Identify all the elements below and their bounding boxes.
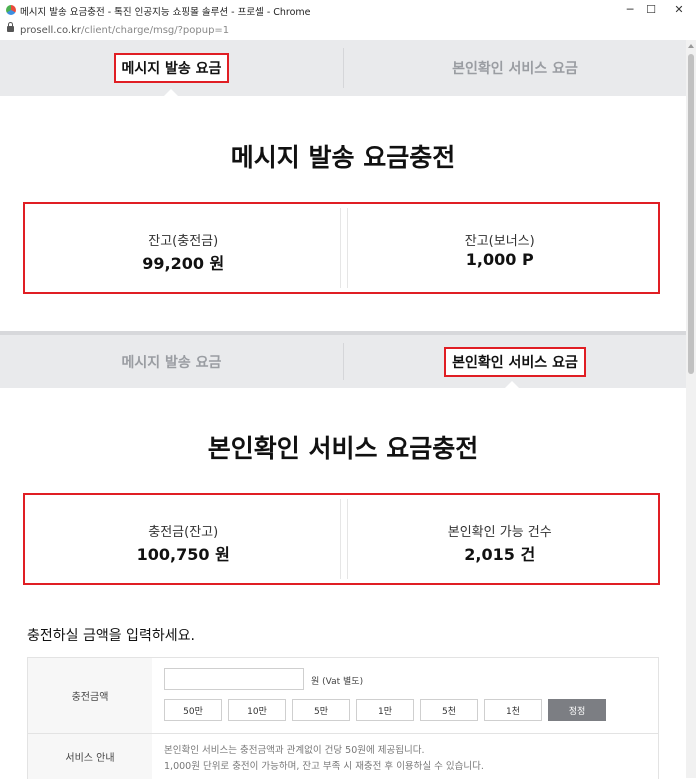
active-tab-caret-icon [505,381,519,388]
balance-cards: 잔고(충전금) 99,200 원 잔고(보너스) 1,000 P [23,202,660,294]
message-charge-section: 메시지 발송 요금 본인확인 서비스 요금 메시지 발송 요금충전 잔고(충전금… [0,40,686,331]
tab-label: 메시지 발송 요금 [121,354,222,371]
balance-card-bonus: 잔고(보너스) 1,000 P [342,204,659,292]
balance-cards: 충전금(잔고) 100,750 원 본인확인 가능 건수 2,015 건 [23,493,660,585]
quick-add-10k-button[interactable]: 1만 [356,699,414,721]
quick-add-1k-button[interactable]: 1천 [484,699,542,721]
scroll-up-arrow-icon[interactable] [688,44,694,48]
active-tab-caret-icon [164,89,178,96]
lock-icon [7,22,14,32]
service-info-line: 1,000원 단위로 충전이 가능하며, 잔고 부족 시 재충전 후 이용하실 … [164,761,484,772]
close-button[interactable]: ✕ [671,3,687,17]
service-info-line: 본인확인 서비스는 충전금액과 관계없이 건당 50원에 제공됩니다. [164,745,425,756]
charge-prompt: 충전하실 금액을 입력하세요. [27,628,195,644]
address-bar[interactable]: prosell.co.kr/client/charge/msg/?popup=1 [0,22,696,40]
maximize-button[interactable]: ☐ [643,3,659,17]
tab-label: 본인확인 서비스 요금 [444,346,586,377]
balance-card-count: 본인확인 가능 건수 2,015 건 [342,495,659,583]
scroll-thumb[interactable] [688,54,694,374]
card-value: 100,750 원 [136,545,230,564]
card-label: 잔고(충전금) [148,234,219,249]
card-label: 본인확인 가능 건수 [447,525,552,540]
tab-bar: 메시지 발송 요금 본인확인 서비스 요금 [0,40,686,96]
card-value: 1,000 P [465,250,534,269]
app-favicon-icon [6,5,16,15]
correct-button[interactable]: 정정 [548,699,606,721]
service-row-label: 서비스 안내 [28,734,152,779]
window-title: 메시지 발송 요금충전 - 톡진 인공지능 쇼핑몰 솔루션 - 프로셀 - Ch… [20,7,311,18]
quick-add-100k-button[interactable]: 10만 [228,699,286,721]
quick-add-5k-button[interactable]: 5천 [420,699,478,721]
balance-card-charge: 충전금(잔고) 100,750 원 [25,495,342,583]
url-host: prosell.co.kr [20,25,81,36]
page-title: 메시지 발송 요금충전 [230,143,456,172]
tab-message-fee[interactable]: 메시지 발송 요금 [0,40,343,96]
charge-form: 충전금액 원 (Vat 별도) 50만 10만 5만 1만 5천 1천 정정 서… [27,657,659,779]
card-label: 충전금(잔고) [148,525,219,540]
page-title: 본인확인 서비스 요금충전 [207,434,479,463]
card-label: 잔고(보너스) [464,234,535,249]
tab-label: 메시지 발송 요금 [113,53,230,83]
window-titlebar: 메시지 발송 요금충전 - 톡진 인공지능 쇼핑몰 솔루션 - 프로셀 - Ch… [0,0,696,23]
quick-add-50k-button[interactable]: 5만 [292,699,350,721]
vertical-scrollbar[interactable] [686,40,696,778]
amount-unit: 원 (Vat 별도) [311,677,364,687]
minimize-button[interactable]: ─ [622,3,638,17]
tab-label: 본인확인 서비스 요금 [452,61,578,77]
tab-identity-fee[interactable]: 본인확인 서비스 요금 [344,40,686,96]
card-value: 2,015 건 [464,545,536,564]
url-path: /client/charge/msg/?popup=1 [80,25,230,36]
tab-message-fee[interactable]: 메시지 발송 요금 [0,335,343,388]
amount-input[interactable] [164,668,304,690]
card-value: 99,200 원 [142,254,225,273]
amount-row-label: 충전금액 [28,658,152,733]
url-text[interactable]: prosell.co.kr/client/charge/msg/?popup=1 [20,25,229,36]
tab-bar: 메시지 발송 요금 본인확인 서비스 요금 [0,335,686,388]
balance-card-charge: 잔고(충전금) 99,200 원 [25,204,342,292]
quick-add-500k-button[interactable]: 50만 [164,699,222,721]
